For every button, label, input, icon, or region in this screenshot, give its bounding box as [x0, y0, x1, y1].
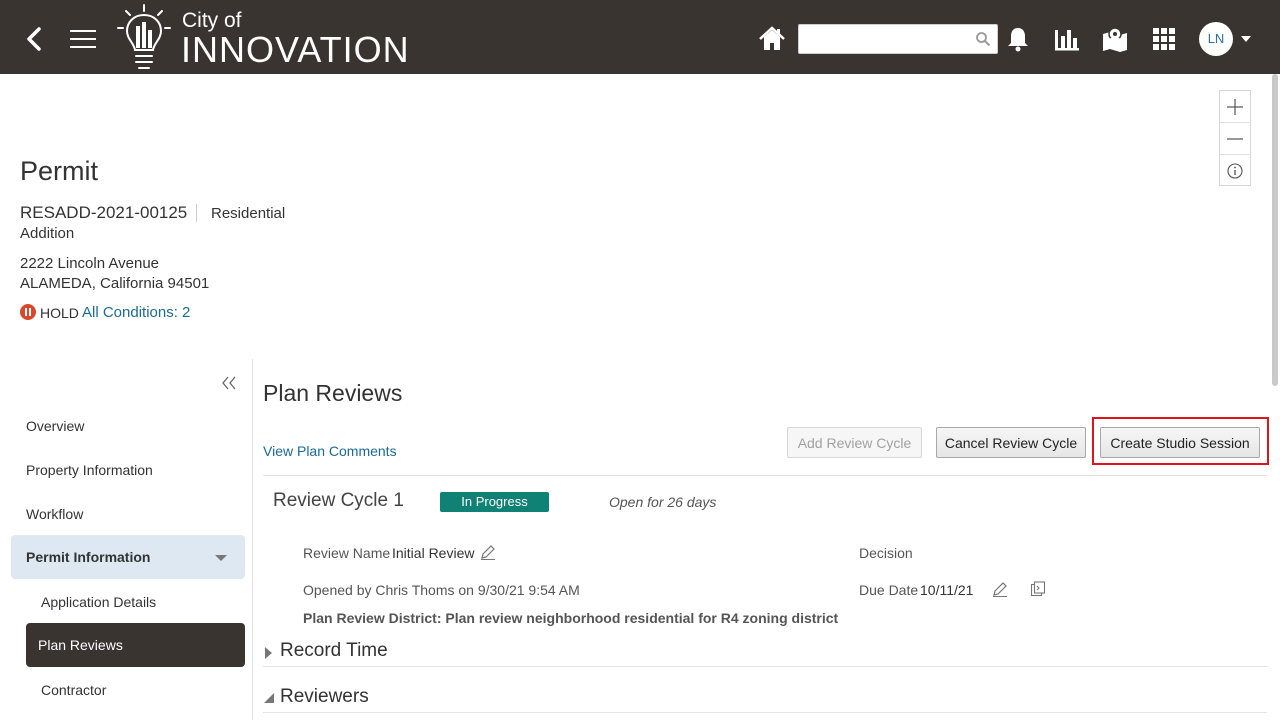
- history-icon[interactable]: [1030, 581, 1046, 597]
- zoom-in-button[interactable]: [1220, 91, 1250, 123]
- address-line2: ALAMEDA, California 94501: [20, 275, 210, 292]
- review-name-value: Initial Review: [392, 545, 475, 561]
- map-icon[interactable]: [1100, 24, 1130, 54]
- highlight-box: [1092, 417, 1269, 465]
- edit-pencil-icon[interactable]: [480, 544, 496, 560]
- open-duration: Open for 26 days: [609, 494, 717, 510]
- reviewers-section-toggle[interactable]: Reviewers: [263, 686, 1267, 712]
- edit-pencil-icon[interactable]: [992, 581, 1008, 597]
- user-avatar[interactable]: LN: [1199, 22, 1233, 56]
- hold-pause-icon: [20, 304, 36, 320]
- minus-icon: [1227, 137, 1243, 140]
- lightbulb-logo-icon: [117, 4, 171, 69]
- divider: [263, 666, 1267, 667]
- record-time-section-toggle[interactable]: Record Time: [263, 640, 1267, 666]
- apps-grid-icon[interactable]: [1149, 24, 1179, 54]
- sidebar-item-overview[interactable]: Overview: [26, 418, 84, 434]
- hold-status: HOLD: [40, 305, 79, 321]
- hamburger-menu-icon[interactable]: [70, 28, 96, 50]
- search-icon[interactable]: [975, 31, 991, 47]
- info-icon: [1227, 163, 1243, 179]
- address-line1: 2222 Lincoln Avenue: [20, 255, 160, 272]
- decision-label: Decision: [859, 545, 913, 561]
- sidebar-item-workflow[interactable]: Workflow: [26, 506, 83, 522]
- caret-right-icon: [265, 647, 272, 659]
- permit-type-line1: Residential: [211, 205, 286, 222]
- section-header: Record Time: [280, 640, 388, 661]
- view-plan-comments-link[interactable]: View Plan Comments: [263, 443, 397, 459]
- sidebar-item-plan-reviews[interactable]: Plan Reviews: [26, 623, 245, 667]
- status-badge: In Progress: [440, 492, 549, 512]
- sidebar-item-label: Plan Reviews: [38, 637, 123, 653]
- chevron-down-icon[interactable]: [1241, 35, 1251, 43]
- section-title: Plan Reviews: [263, 380, 403, 406]
- plus-icon: [1227, 98, 1243, 115]
- zoom-out-button[interactable]: [1220, 123, 1250, 155]
- add-review-cycle-button[interactable]: Add Review Cycle: [787, 427, 922, 458]
- due-date-label: Due Date: [859, 582, 919, 598]
- logo-name-text: INNOVATION: [181, 29, 410, 70]
- collapse-sidebar-icon[interactable]: [220, 374, 238, 392]
- all-conditions-link[interactable]: All Conditions: 2: [82, 304, 190, 321]
- chevron-down-icon: [215, 555, 227, 561]
- permit-type-line2: Addition: [20, 225, 75, 242]
- section-header: Reviewers: [280, 686, 369, 707]
- sidebar-item-permit-information[interactable]: Permit Information: [11, 535, 245, 579]
- page-title: Permit: [20, 156, 99, 186]
- sidebar-item-contractor[interactable]: Contractor: [41, 682, 106, 698]
- sidebar-group-label: Permit Information: [26, 549, 151, 565]
- search-input[interactable]: [799, 25, 969, 53]
- back-icon[interactable]: [22, 24, 46, 54]
- info-button[interactable]: [1220, 155, 1250, 187]
- cancel-review-cycle-button[interactable]: Cancel Review Cycle: [936, 427, 1086, 458]
- home-icon[interactable]: [758, 25, 786, 53]
- bell-icon[interactable]: [1003, 24, 1033, 54]
- sidebar-item-property-information[interactable]: Property Information: [26, 462, 153, 478]
- permit-id: RESADD-2021-00125: [20, 203, 188, 222]
- due-date-value: 10/11/21: [920, 582, 974, 598]
- page-scrollbar[interactable]: [1272, 74, 1278, 386]
- review-name-label: Review Name: [303, 545, 391, 561]
- bar-chart-icon[interactable]: [1051, 24, 1081, 54]
- divider: [263, 712, 1267, 713]
- review-cycle-title: Review Cycle 1: [273, 490, 404, 511]
- map-zoom-controls: [1219, 90, 1251, 186]
- permit-divider: [196, 204, 197, 222]
- top-header-bar: City of INNOVATION LN: [0, 0, 1280, 74]
- sidebar-item-application-details[interactable]: Application Details: [41, 594, 156, 610]
- sidebar-divider: [252, 359, 253, 720]
- search-field[interactable]: [798, 24, 998, 54]
- plan-review-district: Plan Review District: Plan review neighb…: [303, 610, 839, 626]
- caret-down-icon: [264, 693, 274, 703]
- divider: [263, 475, 1267, 476]
- opened-by-text: Opened by Chris Thoms on 9/30/21 9:54 AM: [303, 582, 580, 598]
